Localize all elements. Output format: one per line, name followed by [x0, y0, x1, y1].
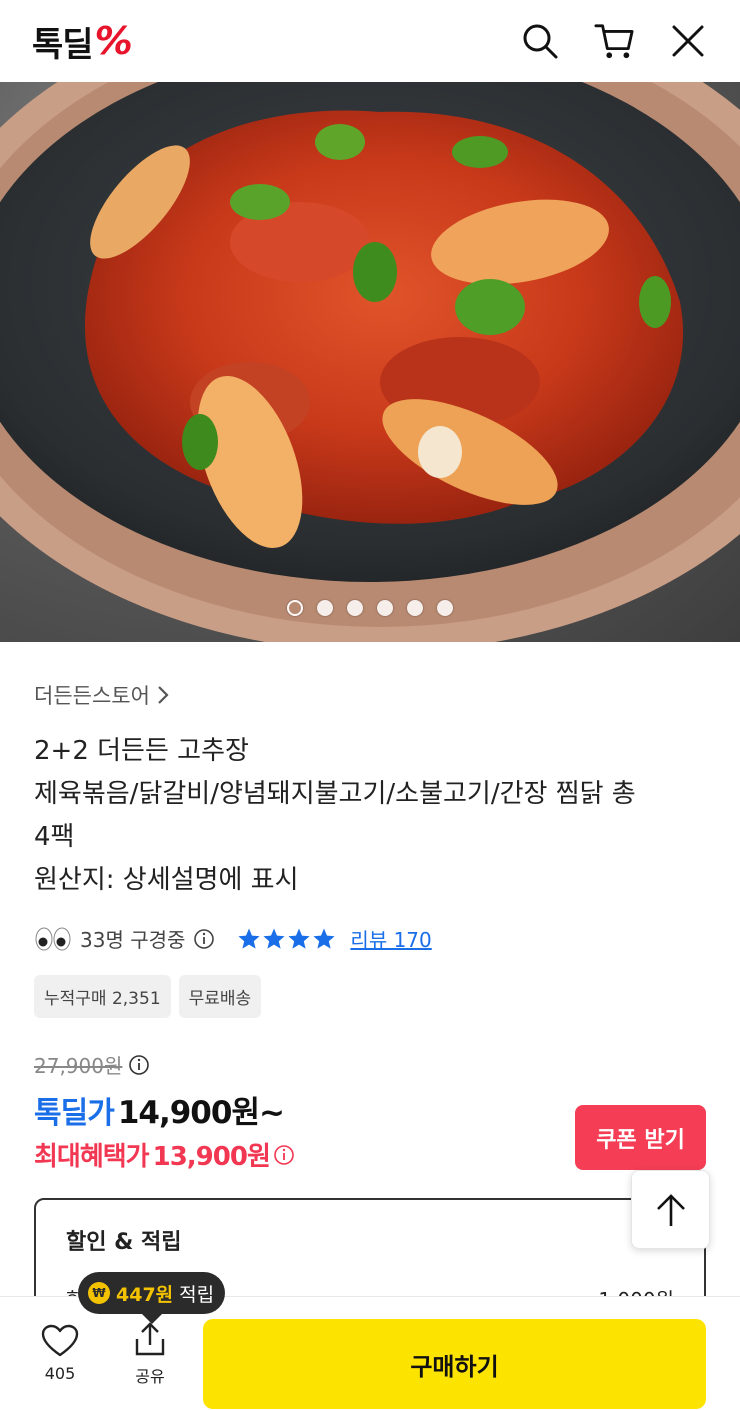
product-meta: 33명 구경중 리뷰 170 [34, 924, 706, 953]
max-benefit-price: 13,900원 [152, 1142, 271, 1172]
store-name: 더든든스토어 [34, 684, 150, 708]
carousel-dot[interactable] [347, 600, 363, 616]
info-icon[interactable] [273, 1144, 295, 1166]
tag-purchases: 누적구매 2,351 [34, 975, 171, 1018]
viewer-count: 33명 구경중 [80, 928, 186, 952]
title-line: 4팩 [34, 822, 75, 852]
product-image-carousel[interactable] [0, 82, 740, 642]
store-link[interactable]: 더든든스토어 [34, 680, 706, 710]
title-line: 제육볶음/닭갈비/양념돼지불고기/소불고기/간장 찜닭 총 [34, 779, 636, 809]
scroll-top-button[interactable] [631, 1170, 710, 1249]
logo-text: 톡딜 [32, 24, 94, 65]
header-actions [520, 21, 708, 61]
tokdeal-logo[interactable]: 톡딜% [32, 17, 133, 66]
points-amount: 447원 [116, 1283, 174, 1306]
carousel-dot[interactable] [317, 600, 333, 616]
star-icon [263, 928, 286, 949]
deal-price: 14,900원~ [117, 1095, 285, 1131]
star-icon [238, 928, 261, 949]
review-link[interactable]: 리뷰 170 [350, 924, 431, 953]
original-price-row: 27,900원 [34, 1050, 706, 1079]
coin-icon: ₩ [88, 1282, 110, 1304]
coupon-button[interactable]: 쿠폰 받기 [575, 1105, 706, 1170]
points-tooltip: ₩ 447원 적립 [78, 1272, 225, 1324]
product-photo [0, 82, 740, 642]
carousel-indicators [0, 600, 740, 616]
product-title: 2+2 더든든 고추장 제육볶음/닭갈비/양념돼지불고기/소불고기/간장 찜닭 … [34, 730, 706, 902]
heart-icon [41, 1324, 79, 1357]
eyes-icon [35, 927, 71, 950]
close-icon[interactable] [668, 21, 708, 61]
share-icon [135, 1321, 165, 1355]
carousel-dot[interactable] [287, 600, 303, 616]
buy-button[interactable]: 구매하기 [203, 1319, 706, 1409]
share-button[interactable]: 공유 [120, 1321, 180, 1387]
share-label: 공유 [135, 1366, 165, 1386]
arrow-up-icon [656, 1193, 685, 1226]
tag-list: 누적구매 2,351 무료배송 [34, 975, 706, 1018]
max-benefit-label: 최대혜택가 [34, 1142, 150, 1172]
cart-icon[interactable] [594, 21, 634, 61]
star-icon [288, 928, 311, 949]
star-icon [313, 928, 336, 949]
title-line: 원산지: 상세설명에 표시 [34, 865, 299, 895]
title-line: 2+2 더든든 고추장 [34, 736, 249, 766]
tag-free-shipping: 무료배송 [178, 975, 262, 1018]
deal-label: 톡딜가 [34, 1096, 115, 1131]
chevron-right-icon [158, 686, 169, 704]
benefit-title: 할인 & 적립 [66, 1230, 182, 1255]
carousel-dot[interactable] [407, 600, 423, 616]
product-info: 더든든스토어 2+2 더든든 고추장 제육볶음/닭갈비/양념돼지불고기/소불고기… [0, 642, 740, 1173]
carousel-dot[interactable] [377, 600, 393, 616]
like-button[interactable]: 405 [30, 1324, 90, 1383]
original-price: 27,900원 [34, 1054, 123, 1078]
carousel-dot[interactable] [437, 600, 453, 616]
search-icon[interactable] [520, 21, 560, 61]
info-icon[interactable] [193, 928, 215, 950]
header: 톡딜% [0, 0, 740, 82]
info-icon[interactable] [128, 1054, 150, 1076]
logo-symbol: % [94, 19, 133, 63]
points-label: 적립 [179, 1283, 215, 1306]
like-count: 405 [44, 1364, 76, 1383]
rating-stars [237, 927, 336, 951]
